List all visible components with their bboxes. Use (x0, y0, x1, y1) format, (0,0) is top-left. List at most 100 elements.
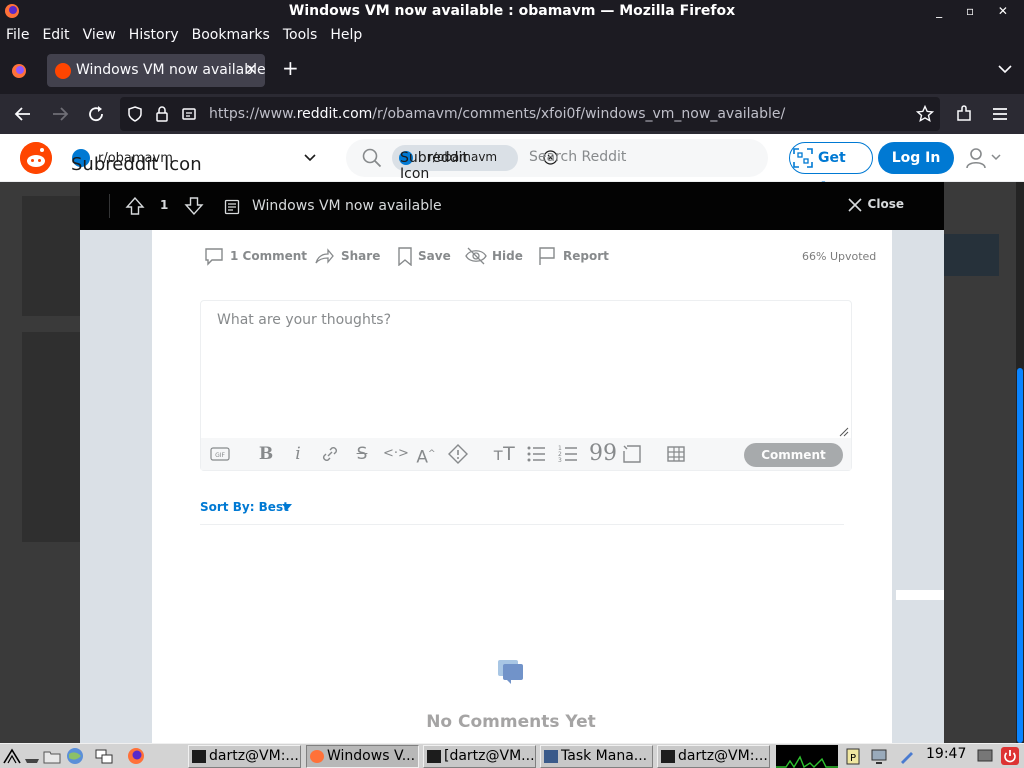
task-terminal-1[interactable]: dartz@VM:... (188, 745, 301, 768)
qr-code-icon (793, 148, 813, 168)
tab-reddit[interactable]: Windows VM now available : obamavm ✕ (47, 54, 265, 87)
taskbar: dartz@VM:... Windows V... [dartz@VM... T… (0, 743, 1024, 768)
clipboard-icon[interactable]: P (844, 747, 862, 765)
scrollbar-thumb[interactable] (1017, 368, 1023, 743)
numbered-list-icon[interactable]: 123 (557, 443, 579, 465)
svg-text:3: 3 (558, 457, 562, 464)
task-label: Windows V... (327, 748, 416, 764)
sort-by-dropdown[interactable]: Sort By: Best (200, 500, 292, 514)
feed-card-background (22, 332, 80, 542)
post-content: 1 Comment Share Save Hide Report 66% Upv… (152, 230, 892, 743)
permissions-icon[interactable] (181, 106, 197, 122)
clock[interactable]: 19:47 (926, 746, 966, 762)
bulleted-list-icon[interactable] (525, 443, 547, 465)
search-input[interactable]: Search Reddit (529, 149, 626, 165)
tracking-protection-shield-icon[interactable] (127, 106, 143, 122)
comments-count-label: 1 Comment (230, 249, 308, 263)
comment-submit-button[interactable]: Comment (744, 443, 843, 467)
sidebar-card-background (944, 234, 999, 276)
power-icon[interactable] (1001, 747, 1019, 765)
menu-bookmarks[interactable]: Bookmarks (192, 27, 270, 43)
hamburger-menu-icon[interactable] (991, 105, 1009, 123)
subreddit-icon-alt-text: Subreddit Icon (71, 154, 202, 175)
superscript-icon[interactable]: A^ (415, 443, 437, 468)
feed-card-background (22, 196, 80, 316)
get-app-button[interactable]: Get App (789, 142, 873, 196)
chevron-down-icon[interactable] (303, 151, 317, 165)
quote-block-icon[interactable]: 99 (589, 443, 617, 465)
caret-down-icon (282, 504, 292, 510)
spoiler-icon[interactable] (447, 443, 469, 465)
post-text-icon (224, 199, 240, 215)
tab-strip: Windows VM now available : obamavm ✕ + (0, 48, 1024, 94)
task-label: dartz@VM:... (678, 748, 768, 764)
network-globe-icon[interactable] (66, 747, 84, 765)
table-icon[interactable] (665, 443, 687, 465)
close-post-button[interactable]: Close (847, 197, 904, 212)
reddit-logo-icon[interactable] (20, 142, 52, 174)
cpu-graph-icon (776, 745, 838, 768)
downvote-arrow-icon[interactable] (184, 196, 204, 216)
menu-help[interactable]: Help (330, 27, 362, 43)
bookmark-star-icon[interactable] (916, 105, 934, 123)
folder-icon[interactable] (43, 747, 61, 765)
search-icon (362, 148, 382, 168)
upvote-arrow-icon[interactable] (125, 196, 145, 216)
comment-input[interactable]: What are your thoughts? (217, 312, 391, 328)
menu-view[interactable]: View (83, 27, 116, 43)
firefox-view-icon[interactable] (11, 63, 27, 79)
lock-icon[interactable] (155, 106, 169, 122)
url-prefix: https://www. (209, 106, 297, 122)
task-task-manager[interactable]: Task Mana... (540, 745, 653, 768)
user-menu-icon[interactable] (966, 147, 1004, 169)
bold-icon[interactable]: B (255, 443, 277, 465)
comment-editor[interactable]: What are your thoughts? GIF B i S <·> A^… (200, 300, 852, 471)
task-label: [dartz@VM... (444, 748, 535, 764)
italic-icon[interactable]: i (287, 443, 309, 465)
screen-tray-icon[interactable] (976, 747, 994, 765)
list-all-tabs-icon[interactable] (998, 62, 1012, 76)
menu-file[interactable]: File (6, 27, 29, 43)
task-terminal-2[interactable]: [dartz@VM... (423, 745, 536, 768)
save-label: Save (418, 249, 451, 263)
menu-tools[interactable]: Tools (283, 27, 318, 43)
link-icon[interactable] (319, 443, 341, 465)
strikethrough-icon[interactable]: S (351, 443, 373, 465)
reddit-page: r/obamavm Subreddit Icon r/obamavm Subre… (0, 134, 1024, 743)
firefox-launcher-icon[interactable] (127, 747, 145, 765)
code-block-icon[interactable] (621, 443, 643, 465)
resize-handle-icon[interactable] (839, 427, 849, 437)
url-domain: reddit.com (296, 106, 373, 122)
editor-toolbar: GIF B i S <·> A^ тT 123 99 Comment (201, 438, 851, 470)
url-path: /r/obamavm/comments/xfoi0f/windows_vm_no… (372, 106, 786, 122)
window-controls[interactable]: _ ▫ ✕ (936, 0, 1018, 22)
url-bar[interactable]: https://www.reddit.com/r/obamavm/comment… (120, 97, 940, 131)
menu-history[interactable]: History (129, 27, 179, 43)
network-tray-icon[interactable] (870, 747, 888, 765)
search-bar[interactable]: r/obamavm Subreddit Icon Search Reddit (346, 139, 768, 182)
task-firefox[interactable]: Windows V... (306, 745, 419, 768)
task-terminal-3[interactable]: dartz@VM:... (657, 745, 770, 768)
bookmark-icon (398, 247, 412, 266)
start-menu-icon[interactable] (3, 747, 21, 765)
reload-icon[interactable] (87, 105, 105, 123)
extensions-icon[interactable] (955, 105, 973, 123)
windows-switcher-icon[interactable] (95, 747, 113, 765)
new-tab-button[interactable]: + (282, 56, 299, 80)
terminal-icon (661, 750, 675, 763)
svg-text:GIF: GIF (215, 452, 225, 459)
divider (200, 524, 844, 525)
reddit-favicon-icon (55, 63, 71, 79)
tab-close-icon[interactable]: ✕ (245, 54, 257, 87)
back-icon[interactable] (14, 105, 32, 123)
desktop-icon[interactable] (23, 747, 41, 765)
menu-edit[interactable]: Edit (42, 27, 69, 43)
page-scrollbar[interactable] (1016, 182, 1024, 743)
heading-icon[interactable]: тT (493, 443, 515, 465)
gif-icon[interactable]: GIF (209, 443, 231, 465)
reddit-header: r/obamavm Subreddit Icon r/obamavm Subre… (0, 134, 1024, 196)
pen-tray-icon[interactable] (898, 747, 916, 765)
forward-icon[interactable] (51, 105, 69, 123)
log-in-button[interactable]: Log In (878, 142, 954, 174)
inline-code-icon[interactable]: <·> (383, 443, 409, 465)
